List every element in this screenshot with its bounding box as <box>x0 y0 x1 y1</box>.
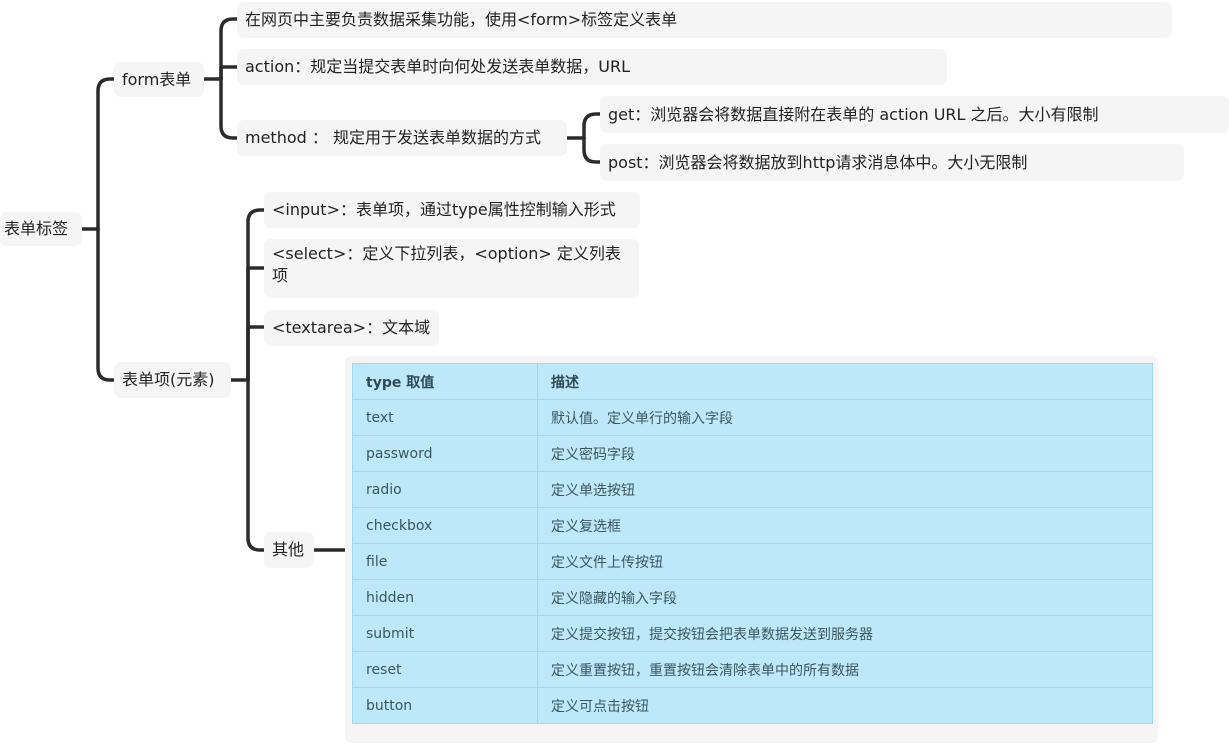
connector-method-to-post <box>582 136 602 164</box>
form-node[interactable]: form表单 <box>114 62 204 97</box>
table-cell-type: checkbox <box>352 507 538 544</box>
table-cell-type: hidden <box>352 579 538 616</box>
connector-items-to-other <box>246 378 266 552</box>
root-node[interactable]: 表单标签 <box>0 212 82 246</box>
select-label: <select>：定义下拉列表，<option> 定义列表项 <box>272 244 621 285</box>
method-node[interactable]: method ： 规定用于发送表单数据的方式 <box>237 120 567 156</box>
connector-method-to-get <box>582 112 602 140</box>
table-cell-type: file <box>352 543 538 580</box>
connector-items-to-select <box>246 266 266 382</box>
connector-items-to-input <box>246 208 266 382</box>
table-cell-desc: 定义可点击按钮 <box>537 687 1153 724</box>
form-desc-node[interactable]: 在网页中主要负责数据采集功能，使用<form>标签定义表单 <box>237 2 1172 38</box>
connector-form-to-desc <box>219 17 239 81</box>
table-cell-desc: 定义文件上传按钮 <box>537 543 1153 580</box>
textarea-label: <textarea>：文本域 <box>272 318 431 337</box>
input-label: <input>：表单项，通过type属性控制输入形式 <box>272 200 616 219</box>
table-cell-desc: 定义复选框 <box>537 507 1153 544</box>
connector-form-to-action <box>219 65 239 81</box>
post-label: post：浏览器会将数据放到http请求消息体中。大小无限制 <box>608 152 1028 172</box>
items-label: 表单项(元素) <box>122 370 215 389</box>
table-row: checkbox 定义复选框 <box>352 507 1153 544</box>
table-row: file 定义文件上传按钮 <box>352 543 1153 580</box>
connector-root-to-items <box>96 227 116 382</box>
table-row: password 定义密码字段 <box>352 435 1153 472</box>
get-node[interactable]: get：浏览器会将数据直接附在表单的 action URL 之后。大小有限制 <box>600 96 1229 133</box>
table-row: text 默认值。定义单行的输入字段 <box>352 399 1153 436</box>
table-cell-type: radio <box>352 471 538 508</box>
table-cell-type: button <box>352 687 538 724</box>
method-label: method ： 规定用于发送表单数据的方式 <box>245 128 541 147</box>
table-row: radio 定义单选按钮 <box>352 471 1153 508</box>
table-cell-desc: 定义提交按钮，提交按钮会把表单数据发送到服务器 <box>537 615 1153 652</box>
form-label: form表单 <box>122 69 192 89</box>
table-cell-type: text <box>352 399 538 436</box>
input-node[interactable]: <input>：表单项，通过type属性控制输入形式 <box>264 192 640 228</box>
table-header-type: type 取值 <box>352 363 538 400</box>
table-cell-type: submit <box>352 615 538 652</box>
table-row: hidden 定义隐藏的输入字段 <box>352 579 1153 616</box>
other-node[interactable]: 其他 <box>264 532 314 568</box>
table-cell-desc: 默认值。定义单行的输入字段 <box>537 399 1153 436</box>
table-cell-desc: 定义单选按钮 <box>537 471 1153 508</box>
connector-form-to-method <box>219 77 239 140</box>
post-node[interactable]: post：浏览器会将数据放到http请求消息体中。大小无限制 <box>600 144 1184 181</box>
table-row: button 定义可点击按钮 <box>352 687 1153 724</box>
table-cell-desc: 定义密码字段 <box>537 435 1153 472</box>
table-row: reset 定义重置按钮，重置按钮会清除表单中的所有数据 <box>352 651 1153 688</box>
form-desc-label: 在网页中主要负责数据采集功能，使用<form>标签定义表单 <box>245 10 678 29</box>
table-header-row: type 取值 描述 <box>352 363 1153 400</box>
action-label: action：规定当提交表单时向何处发送表单数据，URL <box>245 57 630 76</box>
table-cell-desc: 定义隐藏的输入字段 <box>537 579 1153 616</box>
other-label: 其他 <box>272 540 305 559</box>
type-table: type 取值 描述 text 默认值。定义单行的输入字段 password 定… <box>352 363 1153 724</box>
table-cell-type: reset <box>352 651 538 688</box>
items-node[interactable]: 表单项(元素) <box>114 362 231 398</box>
table-cell-desc: 定义重置按钮，重置按钮会清除表单中的所有数据 <box>537 651 1153 688</box>
table-cell-type: password <box>352 435 538 472</box>
root-label: 表单标签 <box>4 219 69 238</box>
action-node[interactable]: action：规定当提交表单时向何处发送表单数据，URL <box>237 49 947 85</box>
connector-items-to-textarea <box>246 325 266 382</box>
get-label: get：浏览器会将数据直接附在表单的 action URL 之后。大小有限制 <box>608 104 1099 124</box>
table-header-desc: 描述 <box>537 363 1153 400</box>
connector-root-to-form <box>96 77 116 231</box>
select-node[interactable]: <select>：定义下拉列表，<option> 定义列表项 <box>264 239 639 298</box>
textarea-node[interactable]: <textarea>：文本域 <box>264 310 439 346</box>
table-row: submit 定义提交按钮，提交按钮会把表单数据发送到服务器 <box>352 615 1153 652</box>
